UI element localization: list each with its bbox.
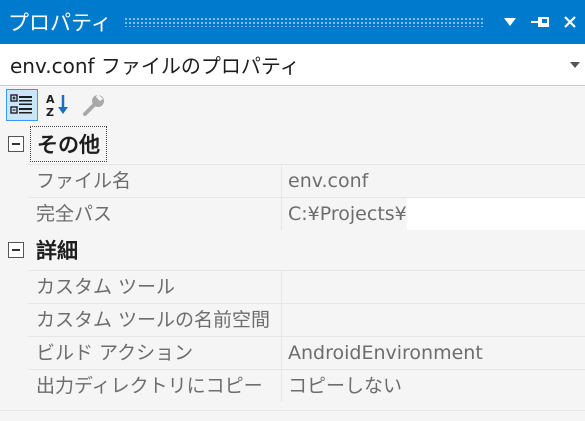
- category-label: その他: [30, 126, 107, 162]
- property-name: ビルド アクション: [28, 337, 282, 369]
- property-name: 完全パス: [28, 198, 282, 230]
- category-label: 詳細: [36, 239, 78, 263]
- properties-toolbar: A Z: [0, 86, 585, 124]
- full-path-text: C:¥Projects¥: [288, 203, 407, 225]
- property-name: ファイル名: [28, 165, 282, 197]
- value-overlay: [407, 198, 585, 230]
- auto-hide-pin-icon[interactable]: [525, 0, 555, 44]
- panel-titlebar[interactable]: プロパティ: [0, 0, 585, 44]
- property-row-build-action[interactable]: ビルド アクション AndroidEnvironment: [28, 336, 585, 369]
- drag-grip[interactable]: [123, 17, 485, 27]
- property-value[interactable]: [282, 304, 585, 336]
- property-name: カスタム ツール: [28, 271, 282, 303]
- property-pages-icon[interactable]: [78, 89, 110, 121]
- close-icon[interactable]: [555, 0, 585, 44]
- property-row-custom-tool-namespace[interactable]: カスタム ツールの名前空間: [28, 303, 585, 336]
- collapse-icon[interactable]: [8, 242, 24, 258]
- property-row-full-path[interactable]: 完全パス C:¥Projects¥: [28, 197, 585, 230]
- svg-text:Z: Z: [46, 106, 54, 118]
- property-value[interactable]: env.conf: [282, 165, 585, 197]
- object-selector-label: env.conf ファイルのプロパティ: [10, 54, 300, 78]
- panel-title: プロパティ: [8, 11, 112, 35]
- svg-text:A: A: [46, 93, 55, 106]
- chevron-down-icon[interactable]: [565, 61, 585, 68]
- property-row-custom-tool[interactable]: カスタム ツール: [28, 270, 585, 303]
- window-position-dropdown-icon[interactable]: [495, 0, 525, 44]
- property-grid: その他 ファイル名 env.conf 完全パス C:¥Projects¥ 詳細 …: [0, 126, 585, 410]
- property-value[interactable]: [282, 271, 585, 303]
- property-name: 出力ディレクトリにコピー: [28, 370, 282, 402]
- category-details[interactable]: 詳細: [0, 232, 585, 268]
- property-row-file-name[interactable]: ファイル名 env.conf: [28, 164, 585, 197]
- property-value[interactable]: AndroidEnvironment: [282, 337, 585, 369]
- categorized-icon[interactable]: [6, 89, 38, 121]
- indent-strip: [0, 162, 28, 228]
- category-misc[interactable]: その他: [0, 126, 585, 162]
- property-row-copy-to-output[interactable]: 出力ディレクトリにコピー コピーしない: [28, 369, 585, 402]
- property-value[interactable]: コピーしない: [282, 370, 585, 402]
- object-selector[interactable]: env.conf ファイルのプロパティ: [0, 44, 585, 86]
- property-value[interactable]: C:¥Projects¥: [282, 198, 585, 230]
- property-name: カスタム ツールの名前空間: [28, 304, 282, 336]
- alphabetical-icon[interactable]: A Z: [42, 89, 74, 121]
- collapse-icon[interactable]: [8, 136, 24, 152]
- grid-bottom-border: [0, 410, 585, 421]
